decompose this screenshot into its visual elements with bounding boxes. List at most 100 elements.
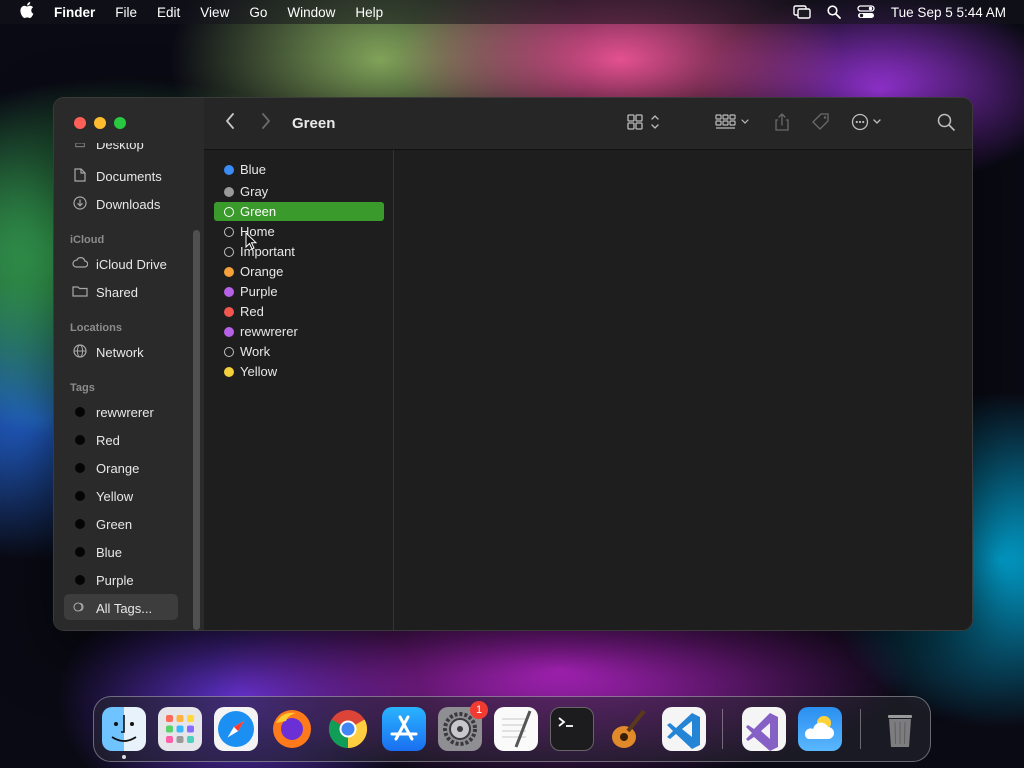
sidebar-item-label: Yellow xyxy=(96,488,134,504)
sidebar-item-label: Desktop xyxy=(96,138,144,152)
list-item-tag-blue[interactable]: Blue xyxy=(214,160,384,179)
tag-dot-icon xyxy=(75,435,85,445)
app-store-icon[interactable] xyxy=(382,707,426,751)
sidebar-tag-rewwrerer[interactable]: rewwrerer xyxy=(72,402,154,422)
dock: 1 xyxy=(93,696,931,762)
firefox-icon[interactable] xyxy=(270,707,314,751)
forward-button[interactable] xyxy=(260,112,272,135)
menu-window[interactable]: Window xyxy=(277,5,345,20)
control-center-icon[interactable] xyxy=(857,5,875,19)
sidebar-item-label: Orange xyxy=(96,460,140,476)
sidebar-tag-green[interactable]: Green xyxy=(72,514,132,534)
finder-window: ▭ Desktop Documents Downloads iCloud iCl… xyxy=(53,97,973,631)
search-icon[interactable] xyxy=(936,112,956,137)
sidebar-tag-orange[interactable]: Orange xyxy=(72,458,139,478)
sidebar-scrollbar[interactable] xyxy=(193,230,200,630)
sidebar-tag-purple[interactable]: Purple xyxy=(72,570,134,590)
document-icon xyxy=(72,167,88,185)
sidebar-item-shared[interactable]: Shared xyxy=(72,282,138,302)
window-controls xyxy=(74,117,126,129)
notification-badge: 1 xyxy=(470,701,488,719)
sidebar-item-network[interactable]: Network xyxy=(72,342,144,362)
sidebar-item-label: Downloads xyxy=(96,196,161,212)
list-item-tag-red[interactable]: Red xyxy=(214,302,384,321)
terminal-icon[interactable] xyxy=(550,707,594,751)
list-item-tag-work[interactable]: Work xyxy=(214,342,384,361)
zoom-window-button[interactable] xyxy=(114,117,126,129)
tag-dot-icon xyxy=(75,463,85,473)
tag-dot-icon xyxy=(75,575,85,585)
list-item-tag-gray[interactable]: Gray xyxy=(214,182,384,201)
spotlight-search-icon[interactable] xyxy=(827,5,841,19)
minimize-window-button[interactable] xyxy=(94,117,106,129)
menu-view[interactable]: View xyxy=(190,5,239,20)
close-window-button[interactable] xyxy=(74,117,86,129)
sidebar-tag-red[interactable]: Red xyxy=(72,430,120,450)
tag-color-dot-icon xyxy=(224,186,234,197)
toolbar: Green xyxy=(204,98,972,150)
sidebar-item-label: Green xyxy=(96,516,133,532)
screen-mirroring-icon[interactable] xyxy=(793,5,811,19)
apple-menu-icon[interactable] xyxy=(0,2,54,22)
sidebar-item-label: Blue xyxy=(96,544,123,560)
safari-icon[interactable] xyxy=(214,707,258,751)
sidebar-item-documents[interactable]: Documents xyxy=(72,166,162,186)
sidebar-item-desktop[interactable]: ▭ Desktop xyxy=(72,138,144,154)
sidebar-tag-yellow[interactable]: Yellow xyxy=(72,486,133,506)
sidebar-item-label: Documents xyxy=(96,168,162,184)
launchpad-icon[interactable] xyxy=(158,707,202,751)
menubar-clock[interactable]: Tue Sep 5 5:44 AM xyxy=(891,5,1006,20)
menu-file[interactable]: File xyxy=(105,5,147,20)
menu-help[interactable]: Help xyxy=(345,5,393,20)
group-by-icon[interactable] xyxy=(714,112,754,137)
sidebar-section-locations: Locations xyxy=(70,322,122,334)
tag-dot-icon xyxy=(75,407,85,417)
tag-color-dot-icon xyxy=(224,366,234,377)
list-item-tag-important[interactable]: Important xyxy=(214,242,384,261)
list-item-tag-orange[interactable]: Orange xyxy=(214,262,384,281)
sidebar-item-downloads[interactable]: Downloads xyxy=(72,194,160,214)
visual-studio-icon[interactable] xyxy=(742,707,786,751)
menu-edit[interactable]: Edit xyxy=(147,5,190,20)
garageband-icon[interactable] xyxy=(606,707,650,751)
system-settings-icon[interactable]: 1 xyxy=(438,701,488,751)
sidebar-tag-blue[interactable]: Blue xyxy=(72,542,122,562)
list-item-tag-green-selected[interactable]: Green xyxy=(214,202,384,221)
desktop-icon: ▭ xyxy=(74,138,86,151)
sidebar-item-label: Network xyxy=(96,344,144,360)
back-button[interactable] xyxy=(224,112,236,135)
list-item-tag-home[interactable]: Home xyxy=(214,222,384,241)
share-icon[interactable] xyxy=(772,112,792,137)
tag-color-dot-icon xyxy=(224,206,234,217)
more-actions-icon[interactable] xyxy=(850,112,886,137)
view-mode-grid-icon[interactable] xyxy=(626,112,662,137)
finder-icon[interactable] xyxy=(102,707,146,751)
list-item-label: rewwrerer xyxy=(240,324,298,339)
sidebar-item-icloud-drive[interactable]: iCloud Drive xyxy=(72,254,167,274)
main-content: Green Blue Gray Green Home Important Ora… xyxy=(204,98,972,630)
trash-icon[interactable] xyxy=(878,707,922,751)
weather-icon[interactable] xyxy=(798,707,842,751)
sidebar-item-all-tags[interactable]: All Tags... xyxy=(72,598,152,618)
list-item-label: Blue xyxy=(240,162,267,177)
sidebar-scroll-area[interactable]: ▭ Desktop Documents Downloads iCloud iCl… xyxy=(54,138,204,630)
all-tags-icon xyxy=(72,601,88,615)
menu-bar: Finder File Edit View Go Window Help Tue… xyxy=(0,0,1024,24)
list-item-tag-yellow[interactable]: Yellow xyxy=(214,362,384,381)
list-item-label: Orange xyxy=(240,264,284,279)
mouse-cursor-icon xyxy=(245,232,257,250)
tags-column: Blue Gray Green Home Important Orange Pu… xyxy=(204,150,394,630)
chrome-icon[interactable] xyxy=(326,707,370,751)
tag-dot-icon xyxy=(75,491,85,501)
tag-color-dot-icon xyxy=(224,164,234,175)
vscode-icon[interactable] xyxy=(662,707,706,751)
sidebar-item-label: rewwrerer xyxy=(96,404,154,420)
tag-icon[interactable] xyxy=(810,112,832,137)
list-item-tag-rewwrerer[interactable]: rewwrerer xyxy=(214,322,384,341)
textedit-icon[interactable] xyxy=(494,707,538,751)
menu-go[interactable]: Go xyxy=(239,5,277,20)
menu-app-finder[interactable]: Finder xyxy=(54,5,105,20)
list-item-label: Green xyxy=(240,204,277,219)
finder-running-indicator xyxy=(122,755,126,759)
list-item-tag-purple[interactable]: Purple xyxy=(214,282,384,301)
